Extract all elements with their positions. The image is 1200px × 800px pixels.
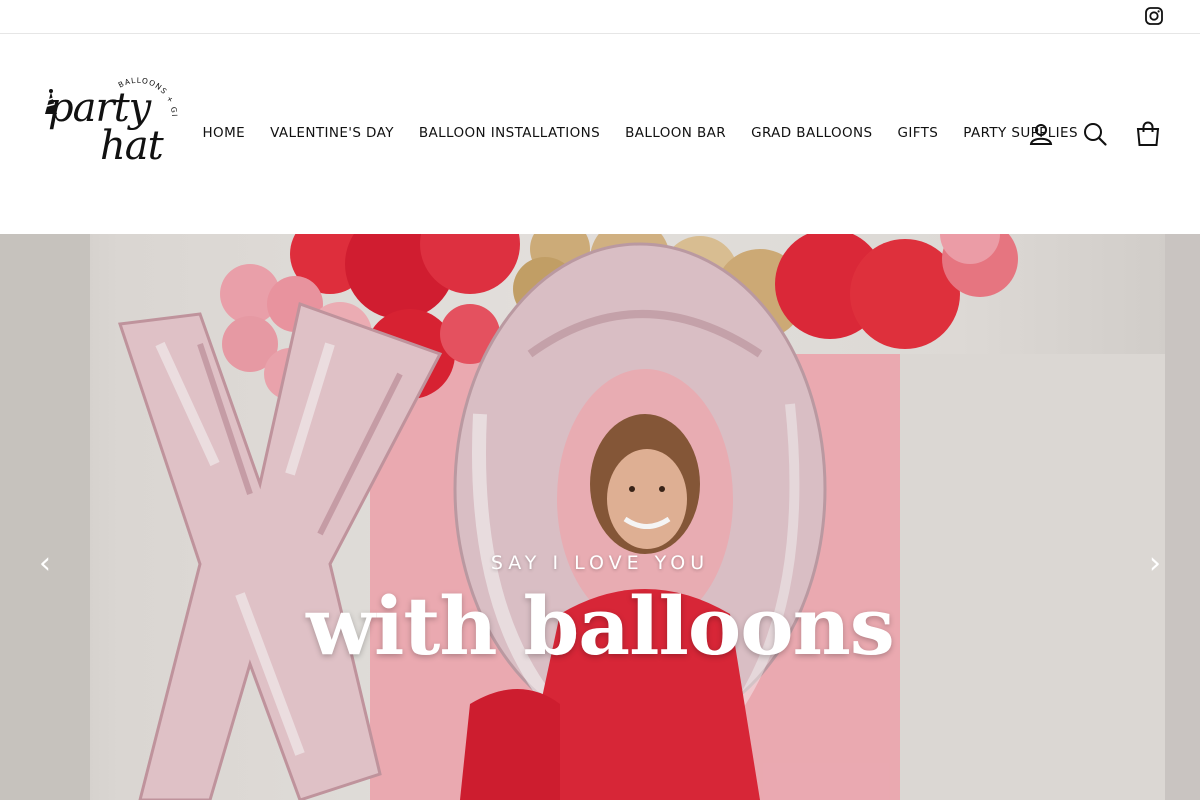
hero-slideshow: ‹ › SAY I LOVE YOU with balloons [0,234,1200,800]
nav-item-balloon-bar[interactable]: BALLOON BAR [613,124,739,142]
logo[interactable]: BALLOONS + GIFTS party hat [40,74,180,184]
logo-word-hat: hat [100,123,164,169]
nav-item-valentines-day[interactable]: VALENTINE'S DAY [258,124,407,142]
nav-item-home[interactable]: HOME [190,124,258,142]
search-icon[interactable] [1081,120,1109,148]
hero-overlay [0,234,1200,800]
instagram-icon[interactable] [1144,6,1164,26]
user-icon[interactable] [1027,120,1055,148]
hero-subtitle: SAY I LOVE YOU [490,552,710,574]
cart-icon[interactable] [1134,120,1162,148]
logo-word-party: party [48,85,151,131]
nav-item-balloon-installations[interactable]: BALLOON INSTALLATIONS [406,124,612,142]
top-announcement-bar [0,0,1200,34]
nav-item-grad-balloons[interactable]: GRAD BALLOONS [739,124,885,142]
nav-item-party-supplies[interactable]: PARTY SUPPLIES [951,124,1091,142]
site-header: BALLOONS + GIFTS party hat HOME VALENTIN… [0,34,1200,234]
nav-item-gifts[interactable]: GIFTS [885,124,951,142]
main-navigation: HOME VALENTINE'S DAY BALLOON INSTALLATIO… [190,124,1090,142]
hero-title: with balloons [306,579,895,673]
